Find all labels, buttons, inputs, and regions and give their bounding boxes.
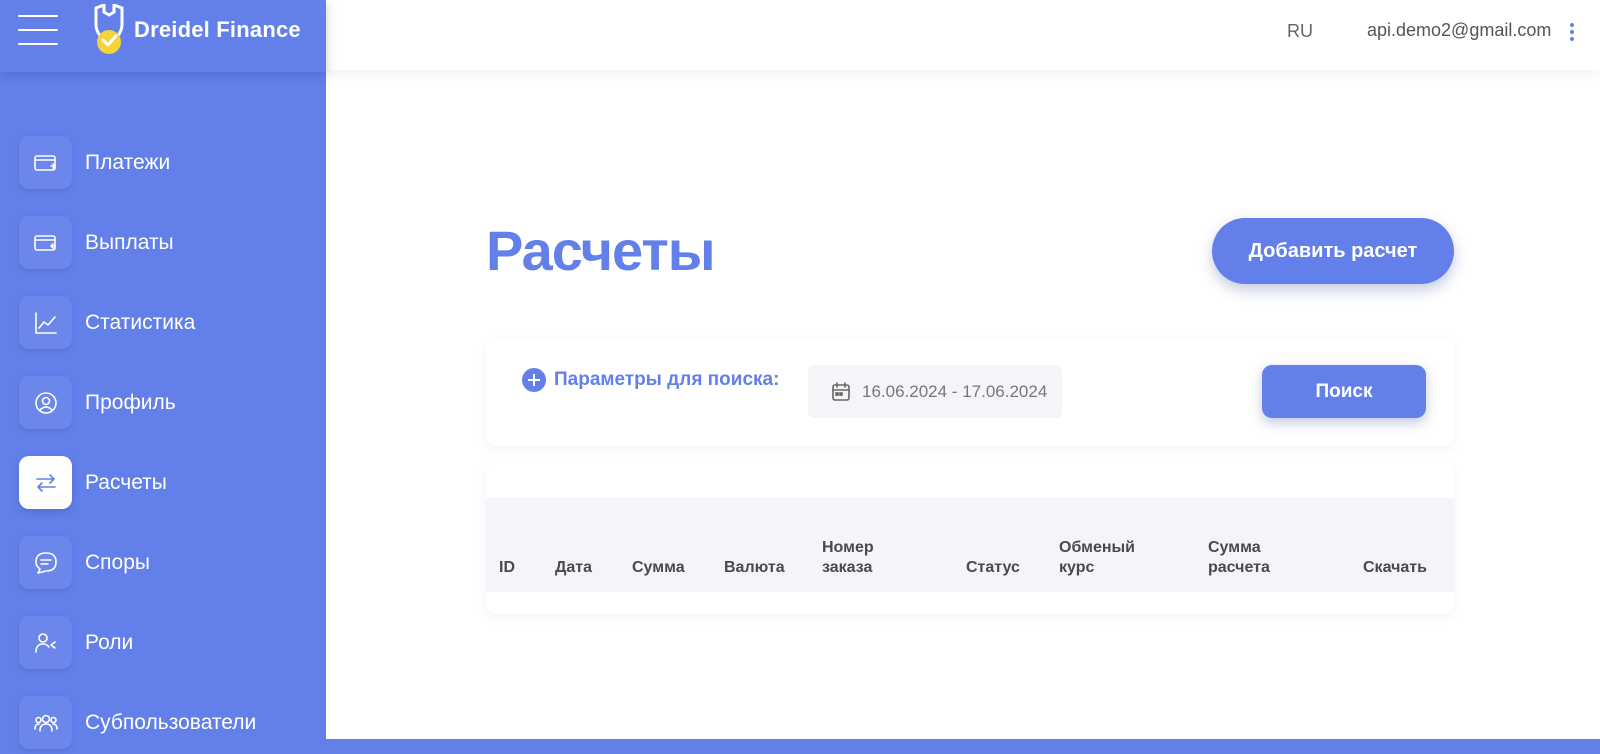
- bottom-bar: [326, 739, 1600, 754]
- date-range-picker[interactable]: 16.06.2024 - 17.06.2024: [808, 365, 1062, 418]
- sidebar-item-disputes[interactable]: Споры: [0, 536, 326, 590]
- search-params-toggle[interactable]: Параметры для поиска:: [522, 368, 779, 392]
- column-header-amount[interactable]: Сумма: [632, 558, 685, 578]
- column-header-download[interactable]: Скачать: [1363, 558, 1427, 578]
- shield-logo-icon: [94, 4, 124, 54]
- column-header-settlement-amount[interactable]: Сумма расчета: [1208, 538, 1270, 578]
- search-panel: Параметры для поиска: 16.06.2024 - 17.06…: [486, 338, 1454, 446]
- search-params-label: Параметры для поиска:: [554, 369, 780, 390]
- sidebar-item-label: Роли: [85, 631, 134, 654]
- column-header-date[interactable]: Дата: [555, 558, 592, 578]
- language-switch[interactable]: RU: [1287, 21, 1313, 42]
- column-header-currency[interactable]: Валюта: [724, 558, 785, 578]
- column-header-status[interactable]: Статус: [966, 558, 1020, 578]
- sidebar-item-label: Платежи: [85, 151, 171, 174]
- chat-bubble-icon: [19, 536, 72, 589]
- sidebar-item-label: Субпользователи: [85, 711, 257, 734]
- column-header-exchange-rate[interactable]: Обменый курс: [1059, 538, 1135, 578]
- user-circle-icon: [19, 376, 72, 429]
- user-roles-icon: [19, 616, 72, 669]
- menu-toggle-button[interactable]: [18, 15, 58, 45]
- sidebar-item-label: Выплаты: [85, 231, 174, 254]
- sidebar-item-payouts[interactable]: Выплаты: [0, 216, 326, 270]
- sidebar-item-label: Споры: [85, 551, 150, 574]
- page-title: Расчеты: [486, 219, 716, 282]
- app-logo[interactable]: Dreidel Finance: [92, 4, 301, 56]
- sidebar-item-statistics[interactable]: Статистика: [0, 296, 326, 350]
- more-options-icon[interactable]: [1567, 20, 1577, 44]
- table-header: ID Дата Сумма Валюта Номер заказа Статус …: [486, 498, 1454, 592]
- sidebar-item-label: Профиль: [85, 391, 176, 414]
- column-header-order-number[interactable]: Номер заказа: [822, 538, 874, 578]
- sidebar-nav: Платежи Выплаты Статистика Профиль Расче…: [0, 136, 326, 754]
- users-group-icon: [19, 696, 72, 749]
- sidebar-item-payments[interactable]: Платежи: [0, 136, 326, 190]
- add-settlement-button[interactable]: Добавить расчет: [1212, 218, 1454, 284]
- sidebar: Dreidel Finance Платежи Выплаты Статисти…: [0, 0, 326, 754]
- chart-line-icon: [19, 296, 72, 349]
- wallet-in-icon: [19, 136, 72, 189]
- app-name: Dreidel Finance: [134, 17, 301, 42]
- sidebar-item-profile[interactable]: Профиль: [0, 376, 326, 430]
- search-button[interactable]: Поиск: [1262, 365, 1426, 418]
- sidebar-header: Dreidel Finance: [0, 0, 326, 72]
- sidebar-item-subusers[interactable]: Субпользователи: [0, 696, 326, 750]
- sidebar-item-roles[interactable]: Роли: [0, 616, 326, 670]
- user-email[interactable]: api.demo2@gmail.com: [1367, 20, 1551, 41]
- top-bar: RU api.demo2@gmail.com: [326, 0, 1600, 70]
- transfer-arrows-icon: [19, 456, 72, 509]
- sidebar-item-label: Статистика: [85, 311, 196, 334]
- plus-circle-icon: [522, 368, 546, 392]
- sidebar-item-settlements[interactable]: Расчеты: [0, 456, 326, 510]
- column-header-id[interactable]: ID: [499, 558, 515, 578]
- date-range-value: 16.06.2024 - 17.06.2024: [862, 381, 1048, 401]
- sidebar-item-label: Расчеты: [85, 471, 167, 494]
- settlements-table: ID Дата Сумма Валюта Номер заказа Статус …: [486, 462, 1454, 614]
- wallet-out-icon: [19, 216, 72, 269]
- calendar-icon: [832, 381, 850, 401]
